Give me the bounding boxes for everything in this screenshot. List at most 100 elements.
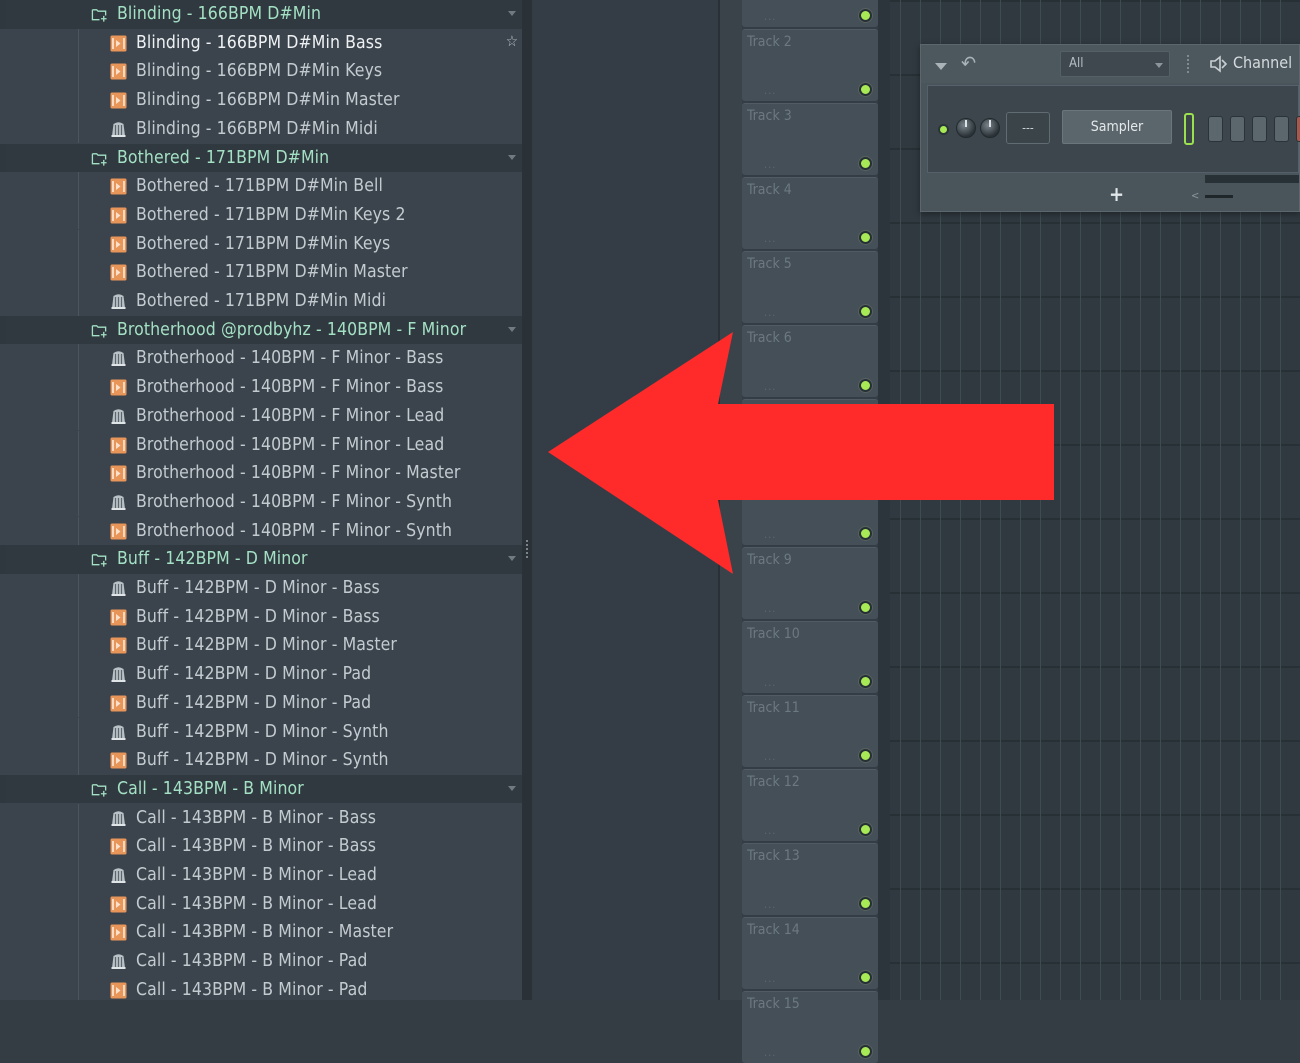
browser-file[interactable]: Buff - 142BPM - D Minor - Pad [0,688,522,718]
browser-file[interactable]: Brotherhood - 140BPM - F Minor - Master [0,459,522,488]
channel-mute-led[interactable] [938,124,949,135]
volume-knob[interactable] [980,118,1000,138]
track-header[interactable]: Track 7... [742,399,878,471]
track-enable-led[interactable] [859,675,872,688]
track-header[interactable]: Track 2... [742,29,878,101]
tree-line [78,487,79,517]
add-channel-button[interactable]: + [1109,182,1124,206]
track-header[interactable]: Track 10... [742,621,878,693]
chevron-down-icon[interactable] [508,556,516,562]
browser-file[interactable]: Bothered - 171BPM D#Min Master [0,258,522,287]
browser-folder[interactable]: Buff - 142BPM - D Minor [0,545,522,574]
mixer-track-field[interactable]: --- [1006,112,1050,144]
browser-file[interactable]: Brotherhood - 140BPM - F Minor - Lead [0,401,522,431]
browser-file[interactable]: Call - 143BPM - B Minor - Bass [0,803,522,833]
step-button[interactable] [1274,116,1289,142]
track-header[interactable]: Track 14... [742,917,878,989]
channel-select-indicator[interactable] [1184,113,1194,145]
track-header[interactable]: Track 6... [742,325,878,397]
track-header[interactable]: Track 5... [742,251,878,323]
chevron-down-icon[interactable] [508,154,516,160]
track-enable-led[interactable] [859,379,872,392]
tree-line [78,430,79,460]
browser-file[interactable]: Brotherhood - 140BPM - F Minor - Bass [0,373,522,402]
options-dropdown-icon[interactable] [935,63,947,70]
audio-file-icon [110,236,127,253]
chevron-down-icon[interactable] [508,326,516,332]
scroll-handle[interactable] [1205,195,1233,198]
browser-file[interactable]: Bothered - 171BPM D#Min Midi [0,287,522,316]
track-dots: ... [764,676,777,689]
step-button[interactable] [1252,116,1267,142]
track-enable-led[interactable] [859,897,872,910]
track-enable-led[interactable] [859,231,872,244]
track-enable-led[interactable] [859,823,872,836]
browser-file[interactable]: Brotherhood - 140BPM - F Minor - Lead [0,430,522,460]
audio-file-icon [110,92,127,109]
track-enable-led[interactable] [859,305,872,318]
browser-file[interactable]: Buff - 142BPM - D Minor - Synth [0,717,522,747]
browser-folder[interactable]: Call - 143BPM - B Minor [0,774,522,804]
browser-file[interactable]: Call - 143BPM - B Minor - Lead [0,861,522,890]
browser-file[interactable]: Buff - 142BPM - D Minor - Bass [0,602,522,632]
track-header[interactable]: Track 13... [742,843,878,915]
track-header[interactable]: Track 15... [742,991,878,1063]
browser-file[interactable]: Call - 143BPM - B Minor - Pad [0,947,522,976]
channel-name-button[interactable]: Sampler [1062,110,1172,144]
browser-file[interactable]: Blinding - 166BPM D#Min Midi [0,114,522,144]
track-enable-led[interactable] [859,1045,872,1058]
step-button[interactable] [1230,116,1245,142]
scroll-left-icon[interactable]: < [1191,189,1199,202]
track-enable-led[interactable] [859,749,872,762]
chevron-down-icon[interactable] [508,11,516,16]
panel-splitter[interactable] [522,0,532,1000]
splitter-grip[interactable] [526,540,528,560]
browser-file[interactable]: Bothered - 171BPM D#Min Keys 2 [0,200,522,230]
browser-file[interactable]: Brotherhood - 140BPM - F Minor - Synth [0,516,522,546]
step-button[interactable] [1208,116,1223,142]
track-enable-led[interactable] [859,971,872,984]
browser-file[interactable]: Blinding - 166BPM D#Min Keys [0,57,522,86]
browser-file[interactable]: Buff - 142BPM - D Minor - Synth [0,746,522,775]
track-header[interactable]: Track 12... [742,769,878,841]
track-header[interactable]: Track 8... [742,473,878,545]
track-enable-led[interactable] [859,453,872,466]
tree-line [78,688,79,718]
track-header[interactable]: Track 3... [742,103,878,175]
track-enable-led[interactable] [859,83,872,96]
browser-folder[interactable]: Bothered - 171BPM D#Min [0,143,522,173]
track-enable-led[interactable] [859,601,872,614]
browser-file[interactable]: Buff - 142BPM - D Minor - Pad [0,660,522,689]
track-header[interactable]: Track 11... [742,695,878,767]
browser-file[interactable]: Call - 143BPM - B Minor - Pad [0,975,522,1000]
speaker-icon[interactable] [1208,54,1228,74]
browser-file[interactable]: Buff - 142BPM - D Minor - Master [0,631,522,660]
chevron-down-icon[interactable] [508,785,516,791]
pan-knob[interactable] [956,118,976,138]
browser-folder[interactable]: Blinding - 166BPM D#Min [0,0,522,29]
browser-file[interactable]: Brotherhood - 140BPM - F Minor - Synth [0,487,522,517]
browser-file[interactable]: Blinding - 166BPM D#Min Master [0,86,522,115]
browser-file[interactable]: Buff - 142BPM - D Minor - Bass [0,574,522,603]
browser-file[interactable]: Call - 143BPM - B Minor - Master [0,918,522,947]
track-header[interactable]: Track 9... [742,547,878,619]
step-button[interactable] [1296,116,1300,142]
browser-file[interactable]: Call - 143BPM - B Minor - Bass [0,832,522,861]
track-dots: ... [764,1046,777,1059]
browser-folder[interactable]: Brotherhood @prodbyhz - 140BPM - F Minor [0,315,522,345]
channel-rack-window: ↶ All Channel --- Sampler + < [920,44,1300,212]
browser-file[interactable]: Brotherhood - 140BPM - F Minor - Bass [0,344,522,373]
browser-file[interactable]: Bothered - 171BPM D#Min Bell [0,172,522,201]
track-header[interactable]: ... [742,0,878,27]
browser-file[interactable]: Blinding - 166BPM D#Min Bass ☆ [0,28,522,58]
browser-file[interactable]: Call - 143BPM - B Minor - Lead [0,889,522,919]
channel-filter-select[interactable]: All [1060,51,1170,77]
track-name: Track 3 [747,108,792,124]
track-enable-led[interactable] [859,9,872,22]
track-header[interactable]: Track 4... [742,177,878,249]
track-enable-led[interactable] [859,527,872,540]
browser-file[interactable]: Bothered - 171BPM D#Min Keys [0,229,522,259]
track-enable-led[interactable] [859,157,872,170]
star-icon[interactable]: ☆ [506,32,518,50]
undo-icon[interactable]: ↶ [961,51,976,75]
